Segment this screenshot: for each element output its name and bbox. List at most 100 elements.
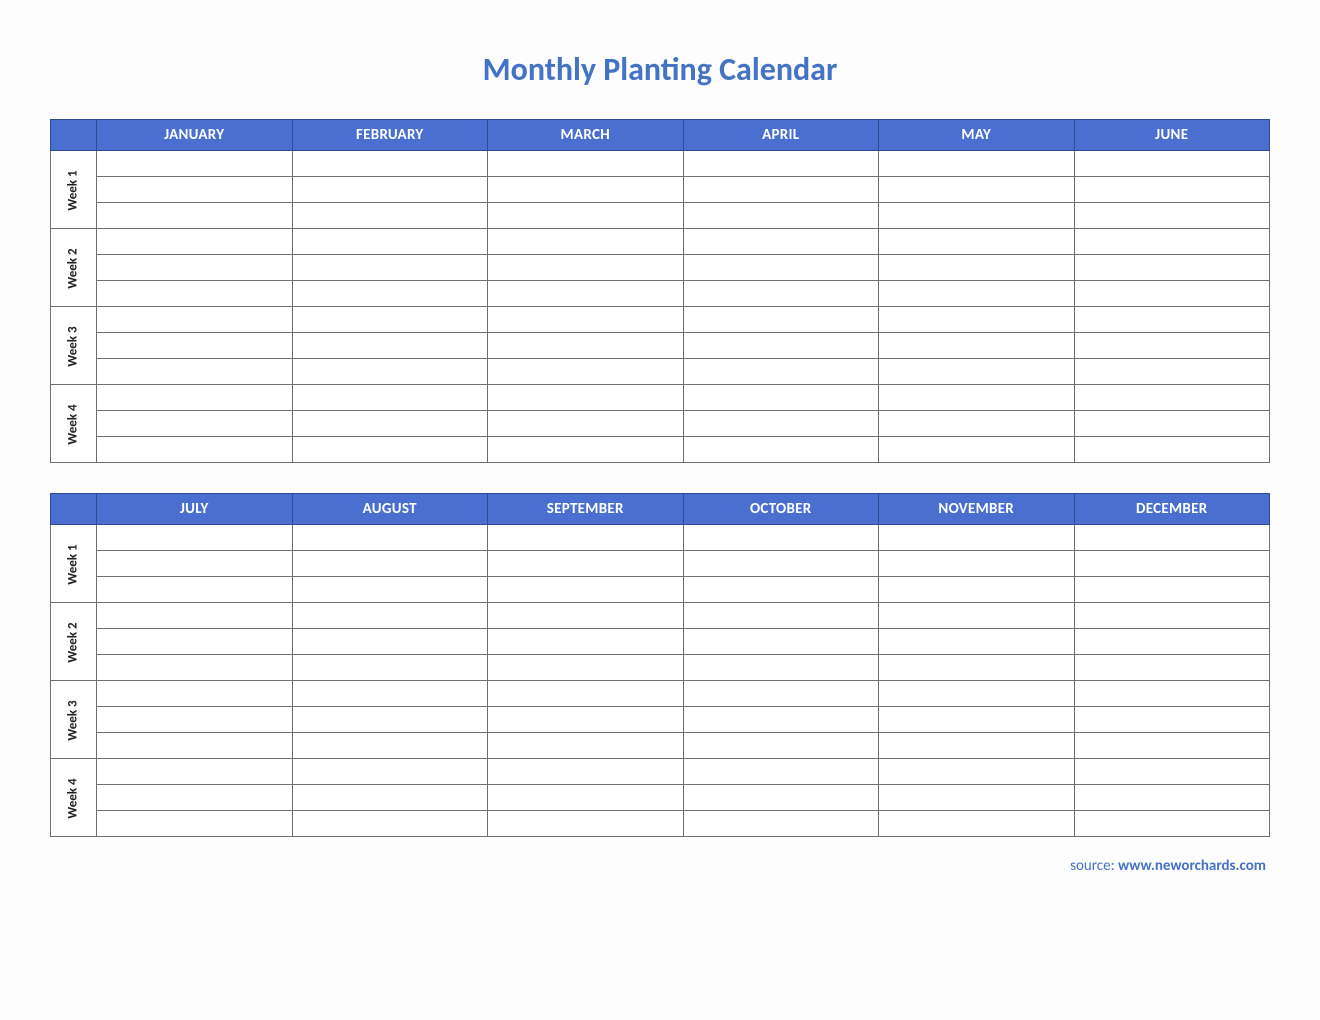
week-label-cell: Week 4	[51, 759, 97, 837]
calendar-cell	[97, 359, 293, 385]
calendar-cell	[683, 785, 879, 811]
calendar-cell	[879, 437, 1075, 463]
calendar-cell	[1074, 551, 1270, 577]
month-header: OCTOBER	[683, 494, 879, 525]
calendar-cell	[97, 177, 293, 203]
calendar-cell	[1074, 437, 1270, 463]
calendar-cell	[488, 229, 684, 255]
calendar-cell	[97, 333, 293, 359]
month-header: JULY	[97, 494, 293, 525]
calendar-cell	[97, 385, 293, 411]
calendar-cell	[97, 759, 293, 785]
calendar-cell	[879, 333, 1075, 359]
calendar-cell	[879, 307, 1075, 333]
calendar-cell	[292, 707, 488, 733]
month-header: JANUARY	[97, 120, 293, 151]
source-url: www.neworchards.com	[1118, 857, 1266, 875]
calendar-cell	[683, 411, 879, 437]
calendar-cell	[1074, 759, 1270, 785]
calendar-cell	[292, 307, 488, 333]
month-header: MAY	[879, 120, 1075, 151]
calendar-cell	[97, 281, 293, 307]
week-label-cell: Week 1	[51, 151, 97, 229]
calendar-cell	[97, 151, 293, 177]
calendar-cell	[97, 255, 293, 281]
calendar-cell	[292, 629, 488, 655]
calendar-cell	[683, 255, 879, 281]
calendar-cell	[879, 411, 1075, 437]
calendar-cell	[97, 811, 293, 837]
calendar-cell	[879, 707, 1075, 733]
calendar-cell	[488, 707, 684, 733]
calendar-cell	[1074, 629, 1270, 655]
week-label: Week 2	[66, 622, 81, 662]
calendar-cell	[683, 759, 879, 785]
calendar-cell	[879, 385, 1075, 411]
calendar-cell	[97, 707, 293, 733]
week-label-cell: Week 2	[51, 603, 97, 681]
calendar-cell	[683, 281, 879, 307]
calendar-cell	[1074, 255, 1270, 281]
calendar-cell	[488, 255, 684, 281]
week-label: Week 3	[66, 700, 81, 740]
calendar-cell	[1074, 359, 1270, 385]
calendar-cell	[683, 177, 879, 203]
calendar-cell	[97, 525, 293, 551]
calendar-cell	[97, 577, 293, 603]
calendar-cell	[683, 655, 879, 681]
calendar-cell	[683, 385, 879, 411]
calendar-cell	[879, 733, 1075, 759]
calendar-cell	[488, 437, 684, 463]
calendar-cell	[1074, 281, 1270, 307]
calendar-cell	[97, 229, 293, 255]
calendar-cell	[488, 385, 684, 411]
calendar-cell	[97, 551, 293, 577]
calendar-cell	[1074, 385, 1270, 411]
calendar-cell	[97, 203, 293, 229]
month-header: SEPTEMBER	[488, 494, 684, 525]
calendar-cell	[1074, 203, 1270, 229]
calendar-cell	[488, 681, 684, 707]
calendar-cell	[683, 811, 879, 837]
calendar-cell	[1074, 707, 1270, 733]
calendar-cell	[292, 411, 488, 437]
calendar-cell	[97, 681, 293, 707]
calendar-cell	[683, 707, 879, 733]
calendar-cell	[1074, 229, 1270, 255]
header-corner	[51, 120, 97, 151]
calendar-cell	[879, 177, 1075, 203]
calendar-cell	[97, 437, 293, 463]
calendar-cell	[292, 437, 488, 463]
calendar-cell	[292, 733, 488, 759]
page-title: Monthly Planting Calendar	[50, 50, 1270, 89]
calendar-cell	[97, 411, 293, 437]
calendar-cell	[292, 525, 488, 551]
calendar-cell	[292, 333, 488, 359]
calendar-cell	[488, 281, 684, 307]
calendar-cell	[97, 603, 293, 629]
calendar-cell	[488, 733, 684, 759]
calendar-cell	[683, 203, 879, 229]
calendar-cell	[292, 577, 488, 603]
calendar-cell	[97, 785, 293, 811]
month-header: JUNE	[1074, 120, 1270, 151]
calendar-cell	[879, 655, 1075, 681]
source-label: source:	[1070, 857, 1118, 875]
calendar-cell	[292, 785, 488, 811]
calendar-cell	[292, 177, 488, 203]
week-label-cell: Week 4	[51, 385, 97, 463]
calendar-cell	[1074, 577, 1270, 603]
source-line: source: www.neworchards.com	[50, 857, 1270, 875]
week-label: Week 4	[66, 404, 81, 444]
calendar-cell	[488, 785, 684, 811]
calendar-cell	[488, 811, 684, 837]
calendar-cell	[1074, 333, 1270, 359]
calendar-cell	[1074, 603, 1270, 629]
calendar-cell	[488, 525, 684, 551]
week-label: Week 3	[66, 326, 81, 366]
calendar-cell	[683, 151, 879, 177]
month-header: FEBRUARY	[292, 120, 488, 151]
calendar-cell	[292, 255, 488, 281]
calendar-cell	[1074, 151, 1270, 177]
calendar-cell	[879, 203, 1075, 229]
